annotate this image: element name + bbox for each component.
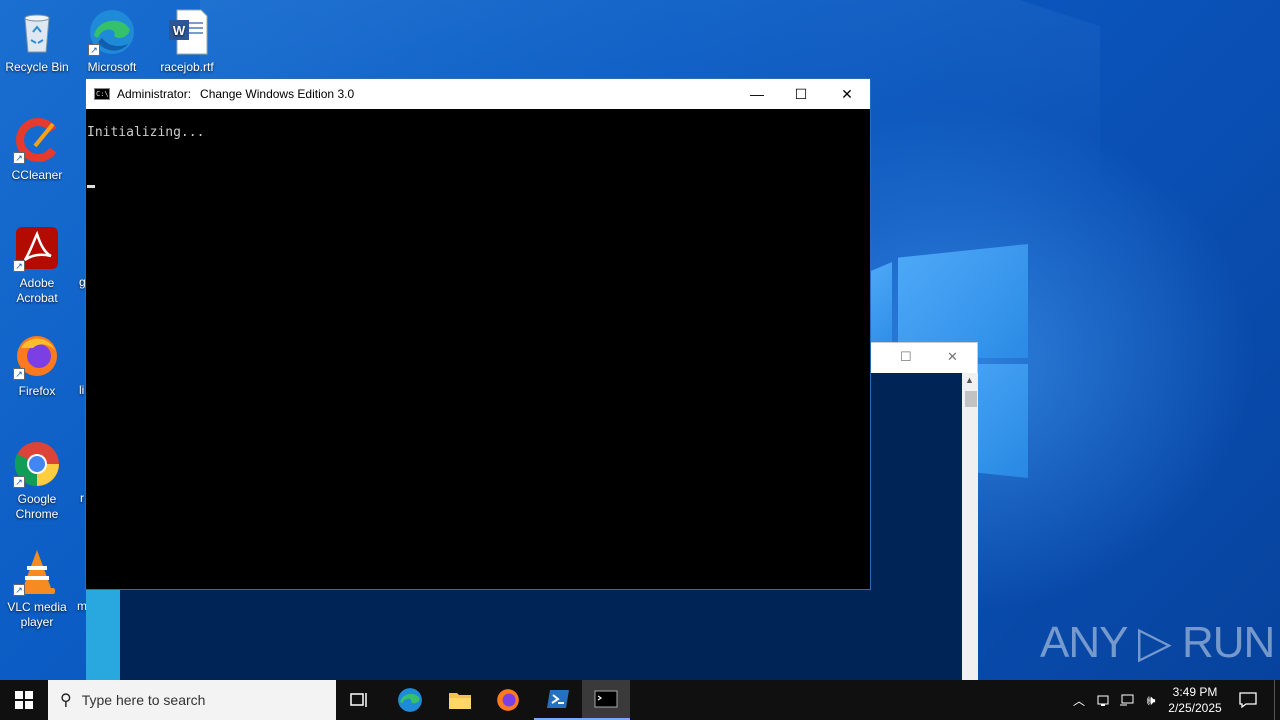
taskbar-file-explorer[interactable]: [436, 680, 484, 720]
shortcut-arrow-icon: ↗: [13, 584, 25, 596]
maximize-button[interactable]: ☐: [778, 79, 824, 109]
shortcut-arrow-icon: ↗: [13, 476, 25, 488]
network-monitor-icon: [1120, 694, 1134, 706]
acrobat-icon: ↗: [13, 224, 61, 272]
ccleaner-icon: ↗: [13, 116, 61, 164]
word-document-icon: W: [163, 8, 211, 56]
scrollbar-thumb[interactable]: [965, 391, 977, 407]
desktop-icon-label: VLC media player: [7, 600, 67, 629]
device-icon: [1097, 695, 1109, 706]
task-view-icon: [350, 693, 367, 707]
desktop-icon-label: Microsoft Edge: [87, 60, 137, 74]
desktop-icon-label-partial: r: [80, 491, 84, 505]
window-title-prefix: Administrator:: [117, 87, 192, 101]
close-icon[interactable]: ✕: [947, 349, 958, 365]
maximize-icon[interactable]: ☐: [900, 349, 912, 365]
action-center-icon: [1239, 692, 1257, 708]
desktop-icon-racejob[interactable]: W racejob.rtf: [150, 8, 224, 75]
taskbar-cmd[interactable]: [582, 680, 630, 720]
task-view-button[interactable]: [336, 680, 384, 720]
text-cursor: [87, 185, 95, 188]
console-output[interactable]: Initializing...: [86, 109, 870, 140]
start-button[interactable]: [0, 680, 48, 720]
desktop-icon-ccleaner[interactable]: ↗ CCleaner: [0, 116, 74, 183]
close-button[interactable]: ✕: [824, 79, 870, 109]
desktop-icon-label-partial: li: [79, 383, 85, 397]
desktop-icon-chrome[interactable]: ↗ Google Chrome: [0, 440, 74, 522]
desktop-icon-edge[interactable]: ↗ Microsoft Edge: [75, 8, 149, 75]
system-clock[interactable]: 3:49 PM 2/25/2025: [1160, 684, 1230, 716]
windows-start-icon: [15, 691, 33, 709]
search-icon: ⚲: [60, 692, 72, 709]
shortcut-arrow-icon: ↗: [13, 152, 25, 164]
cmd-icon: [594, 690, 618, 708]
window-title: Change Windows Edition 3.0: [200, 87, 355, 101]
firefox-icon: [497, 689, 519, 711]
shortcut-arrow-icon: ↗: [88, 44, 100, 56]
show-hidden-icons-chevron-up-icon[interactable]: ︿: [1068, 680, 1090, 720]
console-line: Initializing...: [87, 125, 205, 140]
vlc-icon: ↗: [13, 548, 61, 596]
desktop-icon-recycle-bin[interactable]: Recycle Bin: [0, 8, 74, 75]
desktop-icon-label: racejob.rtf: [160, 60, 214, 74]
chrome-icon: ↗: [13, 440, 61, 488]
edge-icon: ↗: [88, 8, 136, 56]
desktop-icon-label: Adobe Acrobat: [16, 276, 58, 305]
folder-icon: [449, 693, 471, 709]
clock-date: 2/25/2025: [1168, 701, 1222, 715]
network-icon[interactable]: [1116, 680, 1138, 720]
taskbar-powershell[interactable]: [534, 680, 582, 720]
icon-selection-highlight: [86, 590, 120, 680]
taskbar-firefox[interactable]: [484, 680, 532, 720]
volume-icon[interactable]: 🕪: [1140, 680, 1162, 720]
network-adapter-icon[interactable]: [1092, 680, 1114, 720]
minimize-button[interactable]: —: [734, 79, 780, 109]
desktop: Recycle Bin ↗ Microsoft Edge W racejob: [0, 0, 1280, 680]
desktop-icon-label: Google Chrome: [15, 492, 59, 521]
clock-time: 3:49 PM: [1172, 685, 1218, 699]
desktop-icon-label: Recycle Bin: [5, 60, 69, 74]
taskbar-edge[interactable]: [386, 680, 434, 720]
powershell-icon: [547, 690, 569, 708]
console-titlebar[interactable]: C:\ Administrator: Change Windows Editio…: [86, 79, 870, 109]
anyrun-watermark: ANY ▷ RUN: [1040, 617, 1275, 667]
taskbar-search-box[interactable]: ⚲ Type here to search: [48, 680, 336, 720]
search-placeholder: Type here to search: [81, 692, 206, 708]
scrollbar[interactable]: ▲: [962, 373, 978, 680]
notifications-button[interactable]: [1232, 680, 1264, 720]
windows-logo-pane: [898, 244, 1028, 358]
desktop-icon-label: CCleaner: [11, 168, 63, 182]
cmd-icon: C:\: [94, 88, 110, 100]
desktop-icon-acrobat[interactable]: ↗ Adobe Acrobat: [0, 224, 74, 306]
scroll-up-icon[interactable]: ▲: [965, 375, 974, 385]
console-window[interactable]: C:\ Administrator: Change Windows Editio…: [85, 78, 871, 590]
recycle-bin-icon: [13, 8, 61, 56]
edge-icon: [398, 688, 422, 712]
shortcut-arrow-icon: ↗: [13, 260, 25, 272]
firefox-icon: ↗: [13, 332, 61, 380]
shortcut-arrow-icon: ↗: [13, 368, 25, 380]
desktop-icon-vlc[interactable]: ↗ VLC media player: [0, 548, 74, 630]
taskbar: ⚲ Type here to search ︿ 🕪 3:49 PM 2/25/2…: [0, 680, 1280, 720]
desktop-icon-label: Firefox: [18, 384, 56, 398]
svg-text:W: W: [173, 23, 186, 38]
desktop-icon-firefox[interactable]: ↗ Firefox: [0, 332, 74, 399]
show-desktop-button[interactable]: [1274, 680, 1280, 720]
background-window-titlebar[interactable]: ☐ ✕: [870, 342, 978, 373]
